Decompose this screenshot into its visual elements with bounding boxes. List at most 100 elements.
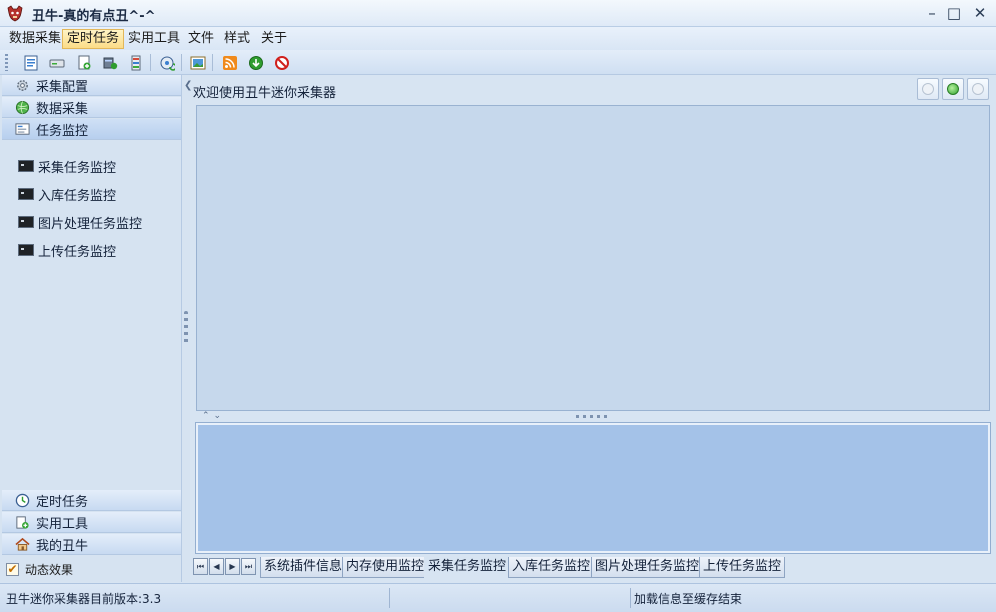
server-icon: [103, 57, 118, 69]
tab-first-button[interactable]: ⏮: [193, 558, 208, 575]
tab-next-button[interactable]: ▶: [225, 558, 240, 575]
toolbar-refresh-button[interactable]: [157, 53, 177, 72]
nav-section-scheduled-tasks[interactable]: 定时任务: [2, 490, 181, 511]
toolbar-separator: [150, 54, 151, 71]
tab-collect-monitor[interactable]: 采集任务监控: [424, 557, 511, 578]
task-item-upload-monitor[interactable]: 上传任务监控: [18, 241, 117, 260]
nav-section-collect-config[interactable]: 采集配置: [2, 75, 181, 96]
nav-section-task-monitor[interactable]: 任务监控: [2, 119, 181, 140]
task-item-label: 入库任务监控: [38, 188, 117, 204]
welcome-text: 欢迎使用丑牛迷你采集器: [193, 86, 337, 101]
tab-upload-monitor[interactable]: 上传任务监控: [699, 557, 786, 578]
toolbar-separator: [181, 54, 182, 71]
tab-last-button[interactable]: ⏭: [241, 558, 256, 575]
menu-data-collect[interactable]: 数据采集: [5, 29, 65, 49]
vertical-splitter[interactable]: [182, 75, 190, 582]
menu-utilities[interactable]: 实用工具: [124, 29, 184, 49]
nav-section-label: 我的丑牛: [36, 538, 89, 554]
expand-collapse-icon[interactable]: ⌃⌄: [202, 411, 225, 421]
menu-file[interactable]: 文件: [184, 29, 218, 49]
task-item-collect-monitor[interactable]: 采集任务监控: [18, 157, 117, 176]
start-task-button[interactable]: [942, 78, 964, 100]
toolbar-server-button[interactable]: [100, 53, 120, 72]
nav-section-label: 任务监控: [36, 123, 89, 139]
stop-task-button[interactable]: [917, 78, 939, 100]
rss-icon: [223, 55, 237, 70]
terminal-icon: [18, 160, 34, 172]
toolbar-rss-button[interactable]: [220, 53, 240, 72]
menu-style[interactable]: 样式: [220, 29, 254, 49]
nav-section-utilities[interactable]: 实用工具: [2, 512, 181, 533]
circle-icon: [922, 83, 934, 95]
toolbar-db-button[interactable]: [126, 53, 146, 72]
main-header: 欢迎使用丑牛迷你采集器: [190, 75, 996, 102]
toolbar-add-page-button[interactable]: [74, 53, 94, 72]
app-logo-icon: [7, 5, 23, 22]
nav-section-label: 定时任务: [36, 494, 89, 510]
circle-icon: [972, 83, 984, 95]
gear-icon: [14, 77, 30, 93]
toolbar-image-button[interactable]: [188, 53, 208, 72]
toolbar: [0, 50, 996, 75]
status-separator: [630, 588, 631, 608]
status-separator: [389, 588, 390, 608]
tab-prev-button[interactable]: ◀: [209, 558, 224, 575]
pause-task-button[interactable]: [967, 78, 989, 100]
toolbar-separator: [212, 54, 213, 71]
image-icon: [190, 56, 206, 69]
add-page-icon: [78, 55, 91, 69]
stop-icon: [275, 55, 289, 70]
minimize-button[interactable]: –: [922, 4, 942, 22]
tab-memory-monitor[interactable]: 内存使用监控: [342, 557, 429, 578]
horizontal-splitter[interactable]: ⌃⌄: [196, 411, 990, 423]
toolbar-download-button[interactable]: [246, 53, 266, 72]
tab-storage-monitor[interactable]: 入库任务监控: [508, 557, 595, 578]
tab-image-monitor[interactable]: 图片处理任务监控: [591, 557, 704, 578]
dynamic-effect-checkbox[interactable]: ✔: [6, 562, 19, 576]
menu-bar: 数据采集 定时任务 实用工具 文件 样式 关于: [0, 27, 996, 50]
task-item-label: 上传任务监控: [38, 244, 117, 260]
clock-icon: [14, 492, 30, 508]
page-icon: [24, 55, 38, 70]
globe-icon: [14, 99, 30, 115]
bottom-tab-strip: ⏮ ◀ ▶ ⏭ 系统插件信息 内存使用监控 采集任务监控 入库任务监控 图片处理…: [190, 556, 996, 579]
dynamic-effect-label: 动态效果: [25, 562, 74, 577]
status-bar: 丑牛迷你采集器目前版本:3.3 加载信息至缓存结束: [0, 583, 996, 612]
toolbar-grip[interactable]: [5, 54, 8, 71]
tools-icon: [14, 514, 30, 530]
terminal-icon: [18, 216, 34, 228]
nav-section-label: 数据采集: [36, 101, 89, 117]
db-icon: [131, 55, 141, 70]
close-button[interactable]: ✕: [970, 4, 990, 22]
toolbar-stop-button[interactable]: [272, 53, 292, 72]
dynamic-effect-toggle[interactable]: ✔ 动态效果: [6, 560, 73, 578]
terminal-icon: [18, 188, 34, 200]
refresh-disc-icon: [160, 56, 175, 71]
tab-plugin-info[interactable]: 系统插件信息: [260, 557, 347, 578]
drive-icon: [49, 59, 65, 67]
home-icon: [14, 536, 30, 552]
toolbar-drive-button[interactable]: [47, 53, 67, 72]
task-item-label: 图片处理任务监控: [38, 216, 143, 232]
log-output-panel: [195, 422, 991, 554]
nav-section-data-collect[interactable]: 数据采集: [2, 97, 181, 118]
play-icon: [947, 83, 959, 95]
monitor-icon: [14, 121, 30, 137]
version-status: 丑牛迷你采集器目前版本:3.3: [6, 592, 162, 606]
maximize-button[interactable]: □: [944, 4, 964, 22]
task-item-storage-monitor[interactable]: 入库任务监控: [18, 185, 117, 204]
title-bar: 丑牛-真的有点丑^-^ – □ ✕: [0, 0, 996, 27]
load-status: 加载信息至缓存结束: [634, 592, 743, 606]
task-item-image-monitor[interactable]: 图片处理任务监控: [18, 213, 143, 232]
nav-section-label: 实用工具: [36, 516, 89, 532]
task-content-panel: [196, 105, 990, 411]
menu-about[interactable]: 关于: [257, 29, 291, 49]
download-icon: [249, 55, 263, 70]
nav-section-my-chouniu[interactable]: 我的丑牛: [2, 534, 181, 555]
left-nav-panel: 采集配置 数据采集 任务监控 采集任务监控 入库任务监控 图片处理任务监控 上传…: [0, 75, 182, 582]
menu-scheduled-tasks[interactable]: 定时任务: [62, 29, 125, 49]
window-title: 丑牛-真的有点丑^-^: [32, 9, 156, 24]
terminal-icon: [18, 244, 34, 256]
toolbar-page-button[interactable]: [21, 53, 41, 72]
task-item-label: 采集任务监控: [38, 160, 117, 176]
